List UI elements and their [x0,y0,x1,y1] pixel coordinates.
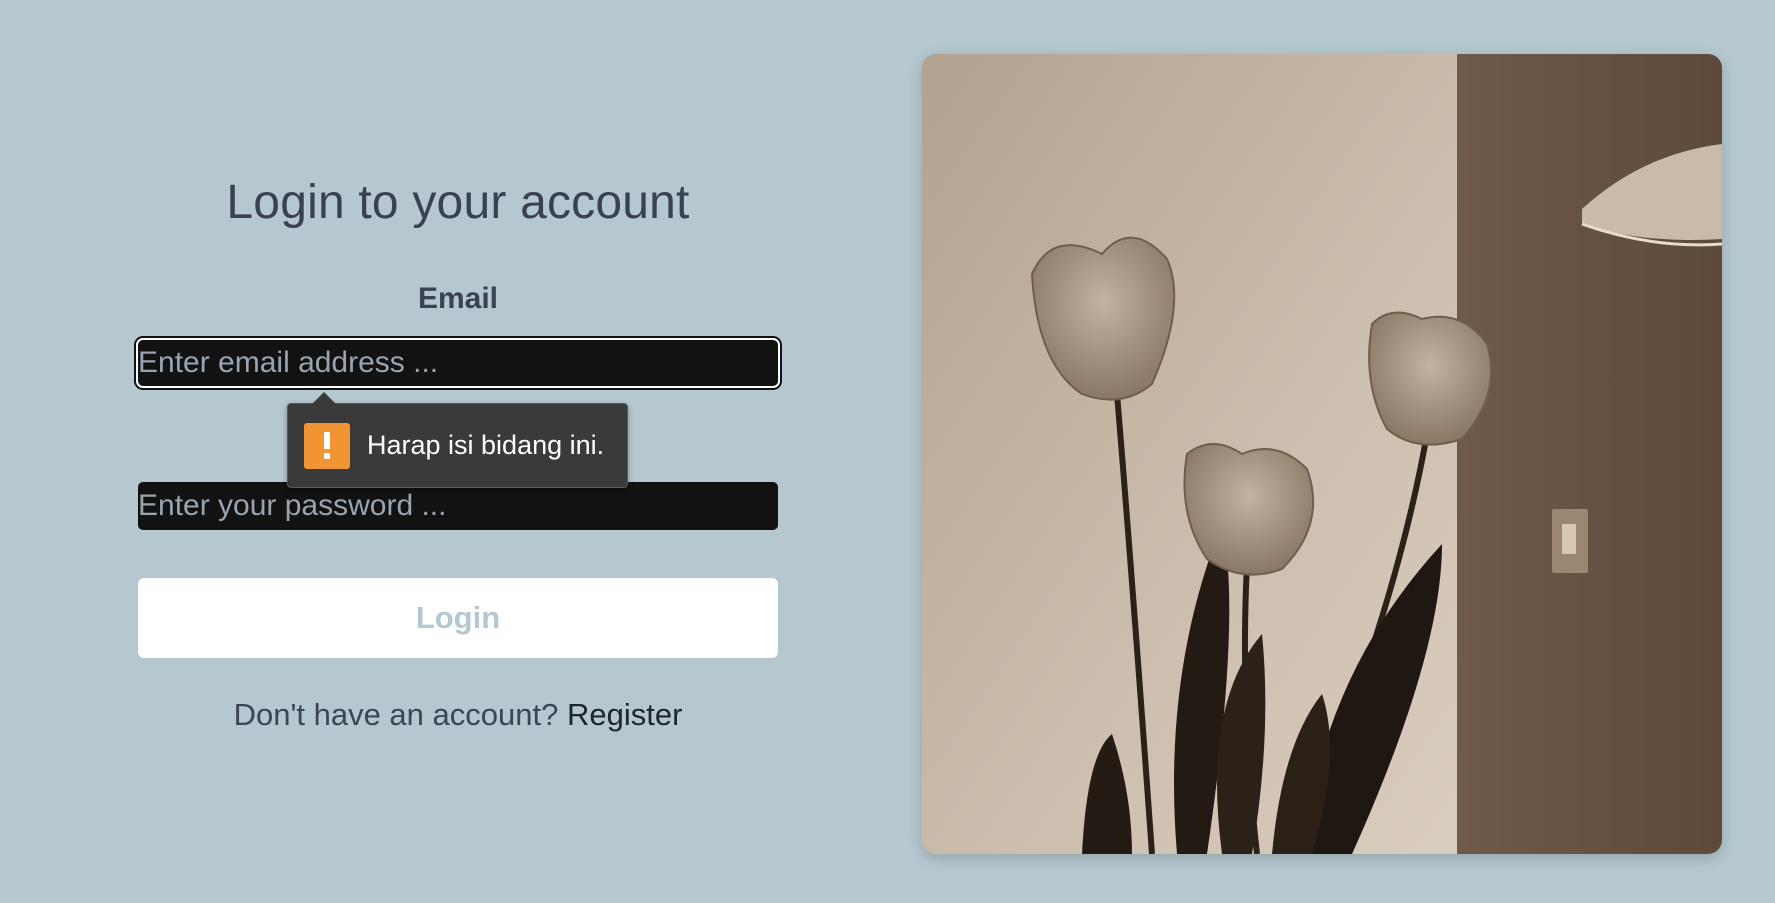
login-form: Login to your account Email Harap isi bi… [136,0,780,903]
page-title: Login to your account [226,176,690,229]
register-prompt: Don't have an account? Register [138,697,778,733]
register-prompt-text: Don't have an account? [233,697,559,732]
login-button[interactable]: Login [138,578,778,658]
password-input[interactable] [138,482,778,530]
email-input[interactable] [136,338,780,388]
hero-image [922,54,1722,854]
tooltip-message: Harap isi bidang ini. [367,430,605,460]
tooltip-arrow [312,392,336,404]
warning-icon [304,422,350,469]
tulip-photo [922,54,1722,854]
register-link[interactable]: Register [567,697,682,732]
email-label: Email [417,282,499,315]
login-page: Login to your account Email Harap isi bi… [0,0,1775,903]
validation-tooltip: Harap isi bidang ini. [287,392,628,488]
